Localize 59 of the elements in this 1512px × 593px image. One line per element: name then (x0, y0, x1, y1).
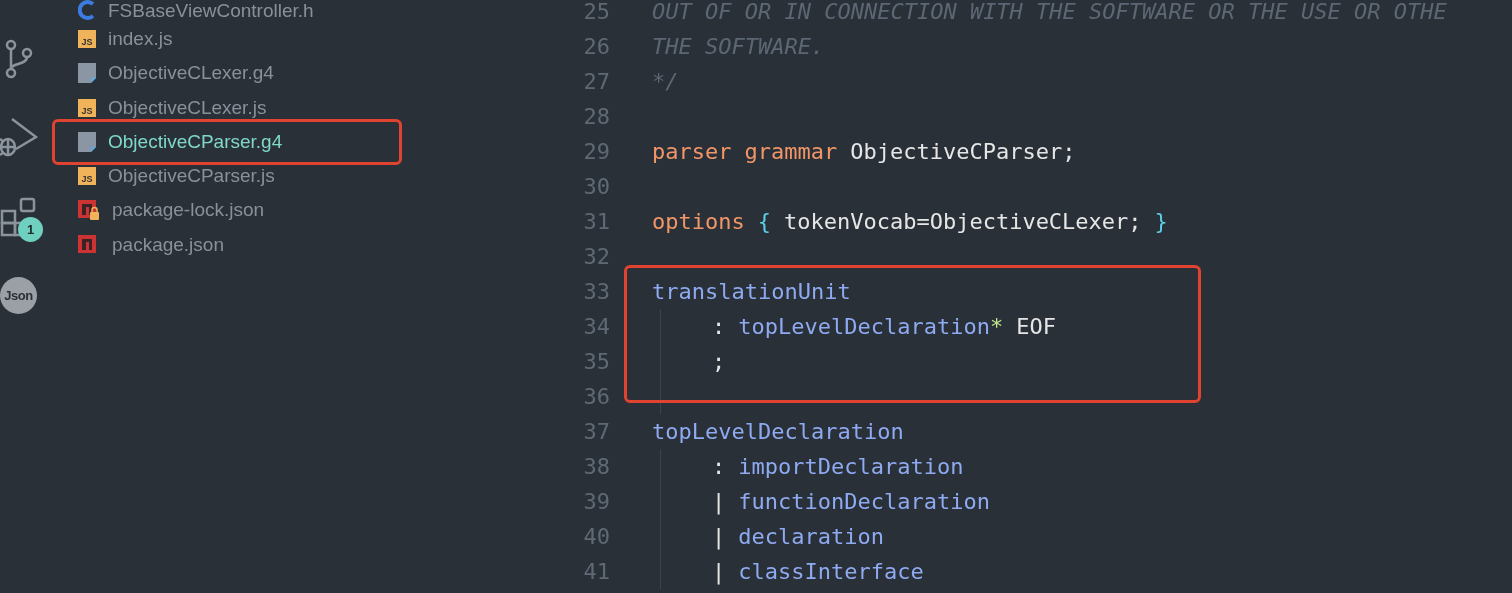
code-token: classInterface (738, 558, 924, 586)
js-file-icon: JS (78, 167, 96, 186)
line-number: 25 (582, 0, 610, 26)
notification-badge: 1 (18, 217, 43, 242)
source-control-icon[interactable] (3, 39, 33, 79)
line-number: 40 (582, 523, 610, 551)
code-token: parser (652, 138, 733, 166)
line-number: 32 (582, 243, 610, 271)
code-token: options (652, 208, 746, 236)
file-item[interactable]: FSBaseViewController.h (50, 0, 560, 22)
locked-package-icon (78, 199, 100, 222)
code-token: } (1154, 208, 1168, 236)
line-number: 29 (582, 138, 610, 166)
code-token: : (712, 313, 727, 341)
code-token: EOF (1016, 313, 1056, 341)
code-token: topLevelDeclaration (738, 313, 990, 341)
line-number: 36 (582, 383, 610, 411)
line-number: 37 (582, 418, 610, 446)
file-item[interactable]: JS index.js (50, 22, 560, 57)
code-token: ObjectiveCParser; (850, 138, 1076, 166)
code-token: grammar (744, 138, 839, 166)
line-number: 28 (582, 103, 610, 131)
code-token: | (712, 523, 727, 552)
line-number: 26 (582, 33, 610, 61)
line-number: 33 (582, 278, 610, 306)
line-number: 41 (582, 558, 610, 586)
code-token: | (712, 558, 727, 587)
js-file-icon: JS (78, 30, 96, 49)
file-item[interactable]: ObjectiveCParser.g4 (52, 118, 402, 165)
code-token: declaration (738, 523, 884, 551)
code-token: */ (652, 68, 679, 96)
run-debug-icon[interactable] (0, 117, 38, 159)
code-token: topLevelDeclaration (652, 418, 904, 446)
code-token: ; (712, 348, 726, 376)
line-number: 31 (582, 208, 610, 236)
code-token: functionDeclaration (738, 488, 990, 516)
code-token: | (712, 488, 727, 517)
line-number: 35 (582, 348, 610, 376)
line-number: 38 (582, 453, 610, 481)
line-number: 30 (582, 173, 610, 201)
line-number: 27 (582, 68, 610, 96)
code-token: THE SOFTWARE. (652, 33, 825, 61)
code-token: importDeclaration (738, 453, 964, 481)
json-extension-icon[interactable]: Json (0, 277, 37, 314)
js-file-icon: JS (78, 98, 96, 117)
file-icon (78, 131, 96, 152)
code-token: { (757, 208, 772, 236)
file-item[interactable]: package-lock.json (50, 193, 560, 228)
file-icon (78, 63, 96, 84)
code-token: OUT OF OR IN CONNECTION WITH THE SOFTWARE OR THE USE OR OTHE (652, 0, 1447, 26)
line-number: 39 (582, 488, 610, 516)
c-file-icon (78, 0, 96, 20)
file-item[interactable]: package.json (50, 227, 560, 262)
code-token: : (712, 453, 727, 481)
code-token: translationUnit (652, 278, 851, 306)
code-token: tokenVocab=ObjectiveCLexer; (783, 208, 1143, 236)
line-number: 34 (582, 313, 610, 341)
file-item[interactable]: ObjectiveCLexer.g4 (50, 56, 560, 91)
code-token: * (989, 313, 1005, 341)
